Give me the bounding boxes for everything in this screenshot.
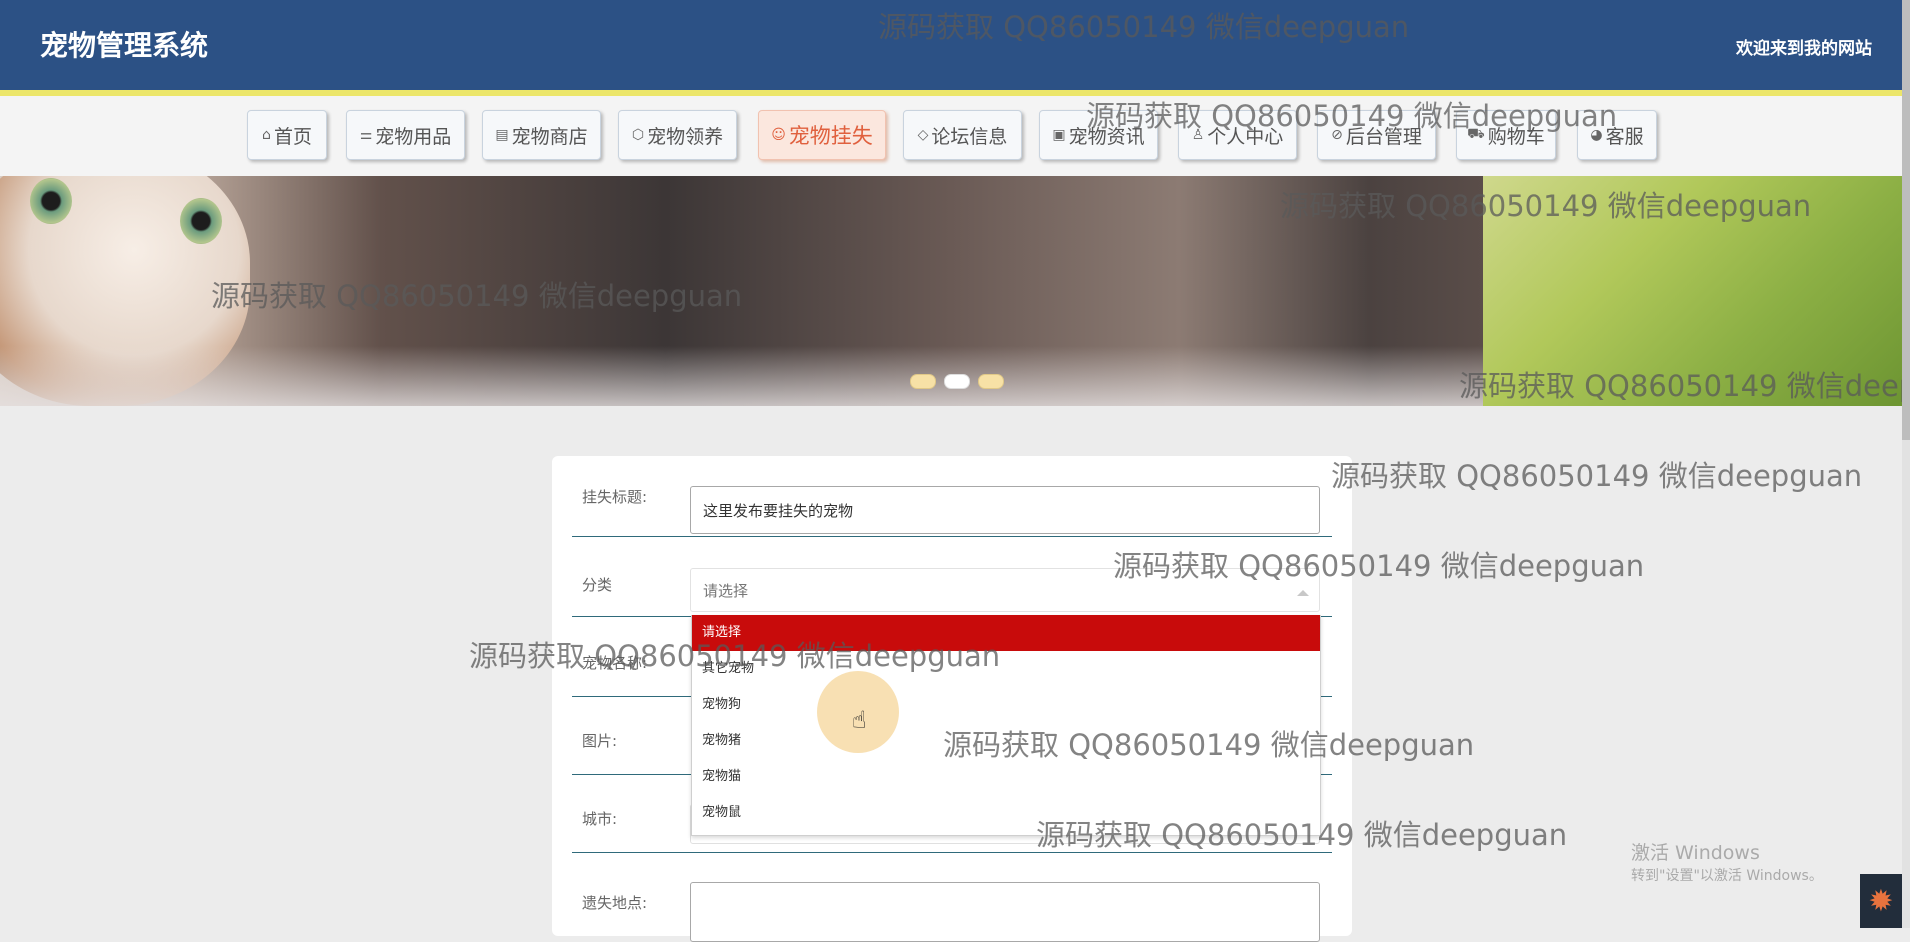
box-icon: ⬡ (631, 127, 645, 143)
banner-carousel[interactable] (0, 176, 1902, 406)
option-mouse[interactable]: 宠物鼠 (692, 795, 1320, 831)
nav-pet-adoption[interactable]: ⬡ 宠物领养 (618, 110, 737, 160)
option-other-pets[interactable]: 其它宠物 (692, 651, 1320, 687)
option-pig[interactable]: 宠物猪 (692, 723, 1320, 759)
tag-icon: ◇ (917, 127, 929, 143)
nav-label: 宠物用品 (375, 125, 452, 148)
title-input[interactable]: 这里发布要挂失的宠物 (690, 486, 1320, 534)
nav-pet-lost[interactable]: ☺ 宠物挂失 (758, 110, 886, 160)
nav-pet-supplies[interactable]: ⚌ 宠物用品 (346, 110, 465, 160)
nav-label: 宠物资讯 (1068, 125, 1145, 148)
city-label: 城市: (582, 810, 618, 828)
nav-admin[interactable]: ⊘ 后台管理 (1317, 110, 1436, 160)
cart-icon: ⛟ (1467, 126, 1485, 142)
windows-activation-title: 激活 Windows (1631, 842, 1760, 864)
nav-label: 论坛信息 (931, 125, 1008, 148)
banner-grass-image (1483, 176, 1902, 406)
paw-icon: ☺ (771, 127, 786, 143)
nav-support[interactable]: ◕ 客服 (1577, 110, 1657, 160)
carousel-dot[interactable] (978, 374, 1004, 389)
pet-name-label: 宠物名称: (582, 654, 648, 672)
nav-label: 首页 (273, 125, 312, 148)
nav-label: 宠物领养 (647, 125, 724, 148)
scrollbar-thumb[interactable] (1902, 0, 1910, 440)
user-icon: ♙ (1191, 127, 1205, 143)
blanket-image (0, 346, 1483, 406)
option-cat[interactable]: 宠物猫 (692, 759, 1320, 795)
category-dropdown-list: 请选择 其它宠物 宠物狗 宠物猪 宠物猫 宠物鼠 (691, 615, 1321, 836)
category-select[interactable]: 请选择 (690, 568, 1320, 612)
category-select-value: 请选择 (703, 581, 749, 600)
nav-home[interactable]: ⌂ 首页 (247, 110, 327, 160)
nav-label: 宠物挂失 (788, 124, 873, 148)
lost-place-label: 遗失地点: (582, 894, 648, 912)
option-please-select[interactable]: 请选择 (692, 615, 1320, 651)
newspaper-icon: ▤ (495, 127, 509, 143)
form-row-lost-place: 遗失地点: (572, 852, 1332, 942)
floating-gear-icon[interactable]: ✹ (1860, 874, 1902, 928)
nav-personal-center[interactable]: ♙ 个人中心 (1178, 110, 1297, 160)
carousel-dot[interactable] (910, 374, 936, 389)
watermark: 源码获取 QQ86050149 微信deepguan (1331, 459, 1863, 493)
support-icon: ◕ (1590, 127, 1603, 143)
cat-eye-left (30, 178, 72, 224)
nav-pet-news[interactable]: ▣ 宠物资讯 (1039, 110, 1158, 160)
form-row-title: 挂失标题: 这里发布要挂失的宠物 (572, 456, 1332, 537)
title-label: 挂失标题: (582, 488, 648, 506)
main-nav: ⌂ 首页 ⚌ 宠物用品 ▤ 宠物商店 ⬡ 宠物领养 ☺ 宠物挂失 ◇ 论坛信息 … (0, 96, 1902, 176)
form-row-category: 分类 请选择 (572, 536, 1332, 617)
carousel-indicators (910, 374, 1004, 389)
nav-label: 后台管理 (1345, 125, 1422, 148)
nav-cart[interactable]: ⛟ 购物车 (1456, 110, 1556, 160)
caret-up-icon (1297, 590, 1309, 596)
windows-activation-subtitle: 转到"设置"以激活 Windows。 (1631, 868, 1823, 884)
lost-place-input[interactable] (690, 882, 1320, 942)
image-label: 图片: (582, 732, 618, 750)
site-title[interactable]: 宠物管理系统 (40, 24, 208, 64)
nav-label: 客服 (1605, 125, 1644, 148)
nav-label: 个人中心 (1207, 125, 1284, 148)
welcome-text: 欢迎来到我的网站 (1736, 39, 1872, 59)
category-label: 分类 (582, 576, 613, 594)
nav-label: 宠物商店 (511, 125, 588, 148)
cat-eye-right (180, 198, 222, 244)
hand-cursor-icon: ☝ (852, 706, 867, 734)
home-icon: ⌂ (262, 127, 271, 143)
doc-icon: ▣ (1052, 127, 1066, 143)
page-scrollbar[interactable] (1902, 0, 1910, 928)
option-dog[interactable]: 宠物狗 (692, 687, 1320, 723)
carousel-dot-active[interactable] (944, 374, 970, 389)
nav-pet-store[interactable]: ▤ 宠物商店 (482, 110, 601, 160)
nav-forum[interactable]: ◇ 论坛信息 (903, 110, 1022, 160)
link-icon: ⊘ (1331, 127, 1343, 143)
site-header: 宠物管理系统 欢迎来到我的网站 (0, 0, 1902, 96)
nav-label: 购物车 (1487, 125, 1545, 148)
sliders-icon: ⚌ (359, 127, 373, 143)
